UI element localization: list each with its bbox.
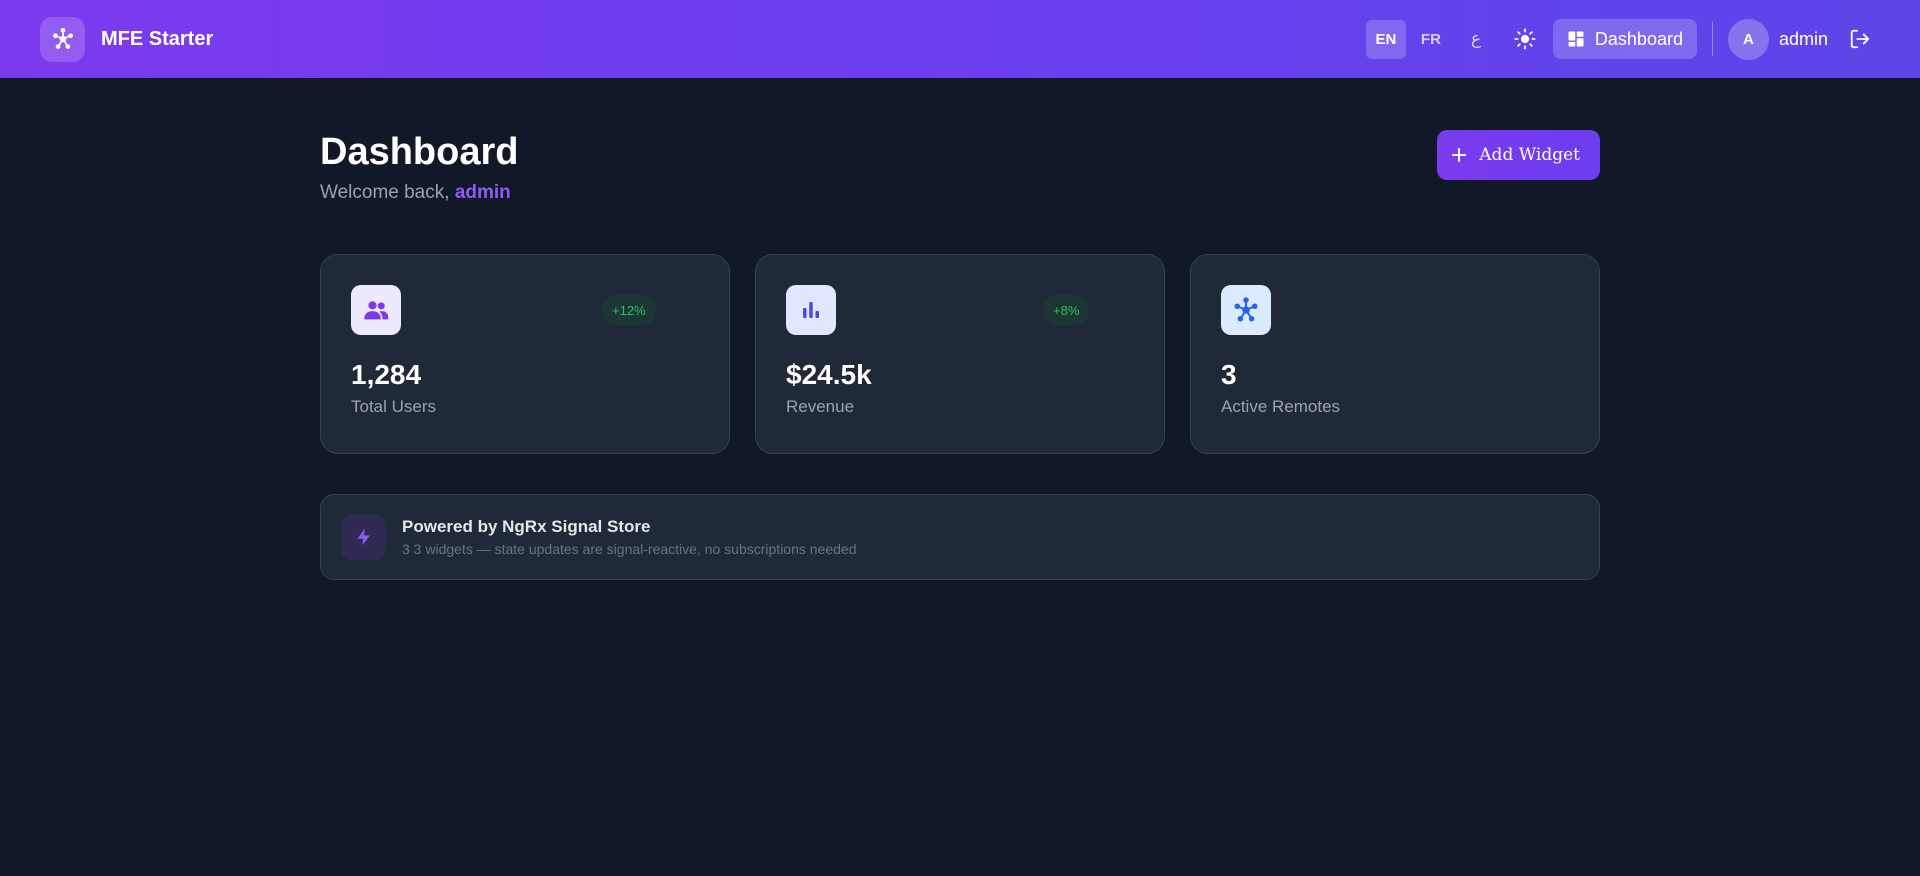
- page-title: Dashboard: [320, 131, 519, 173]
- logout-button[interactable]: [1840, 19, 1880, 59]
- stat-trend-badge: +12%: [602, 295, 656, 325]
- stat-value: $24.5k: [786, 359, 872, 390]
- lang-fr-button[interactable]: FR: [1411, 20, 1451, 59]
- username: admin: [1778, 28, 1828, 49]
- stat-value: 3: [1221, 359, 1237, 390]
- stats-grid: +12% 1,284 Total Users +8% $24.5k Revenu…: [320, 254, 1600, 454]
- add-widget-label: Add Widget: [1479, 145, 1580, 165]
- avatar[interactable]: A: [1727, 18, 1769, 60]
- dashboard-icon: [1568, 31, 1584, 47]
- network-icon: [40, 16, 85, 62]
- plus-icon: [1452, 148, 1467, 162]
- page-header: Dashboard Welcome back, admin Add Widget: [320, 78, 1600, 204]
- top-actions: EN FR ع Dashboard A admin: [1365, 18, 1880, 60]
- users-icon: [351, 285, 401, 335]
- welcome-message: Welcome back, admin: [320, 182, 518, 204]
- info-subtitle: 3 3 widgets — state updates are signal-r…: [402, 541, 857, 557]
- logout-icon: [1850, 29, 1870, 49]
- nav-dashboard-button[interactable]: Dashboard: [1552, 19, 1697, 59]
- stat-card-active-remotes[interactable]: 3 Active Remotes: [1190, 254, 1600, 454]
- welcome-user: admin: [454, 182, 511, 203]
- stat-label: Revenue: [786, 397, 855, 416]
- network-icon: [1221, 285, 1271, 335]
- main-content: Dashboard Welcome back, admin Add Widget…: [320, 78, 1600, 580]
- top-navbar: MFE Starter EN FR ع Dashboard A admin: [0, 0, 1920, 78]
- bolt-icon: [341, 514, 386, 560]
- stat-card-total-users[interactable]: +12% 1,284 Total Users: [320, 254, 730, 454]
- theme-toggle-button[interactable]: [1505, 19, 1545, 59]
- lang-en-button[interactable]: EN: [1365, 19, 1406, 59]
- stat-label: Total Users: [351, 397, 437, 416]
- brand-name: MFE Starter: [101, 27, 214, 50]
- stat-value: 1,284: [351, 359, 422, 390]
- stat-label: Active Remotes: [1221, 397, 1341, 416]
- stat-card-revenue[interactable]: +8% $24.5k Revenue: [755, 254, 1165, 454]
- add-widget-button[interactable]: Add Widget: [1437, 130, 1600, 180]
- sun-icon: [1514, 28, 1536, 50]
- nav-dashboard-label: Dashboard: [1594, 28, 1683, 49]
- brand[interactable]: MFE Starter: [40, 16, 214, 62]
- lang-ar-button[interactable]: ع: [1456, 20, 1496, 59]
- welcome-prefix: Welcome back,: [320, 182, 455, 203]
- bar-chart-icon: [786, 285, 836, 335]
- info-banner: Powered by NgRx Signal Store 3 3 widgets…: [320, 494, 1600, 580]
- header-divider: [1711, 22, 1713, 56]
- stat-trend-badge: +8%: [1043, 295, 1090, 325]
- info-title: Powered by NgRx Signal Store: [402, 517, 651, 536]
